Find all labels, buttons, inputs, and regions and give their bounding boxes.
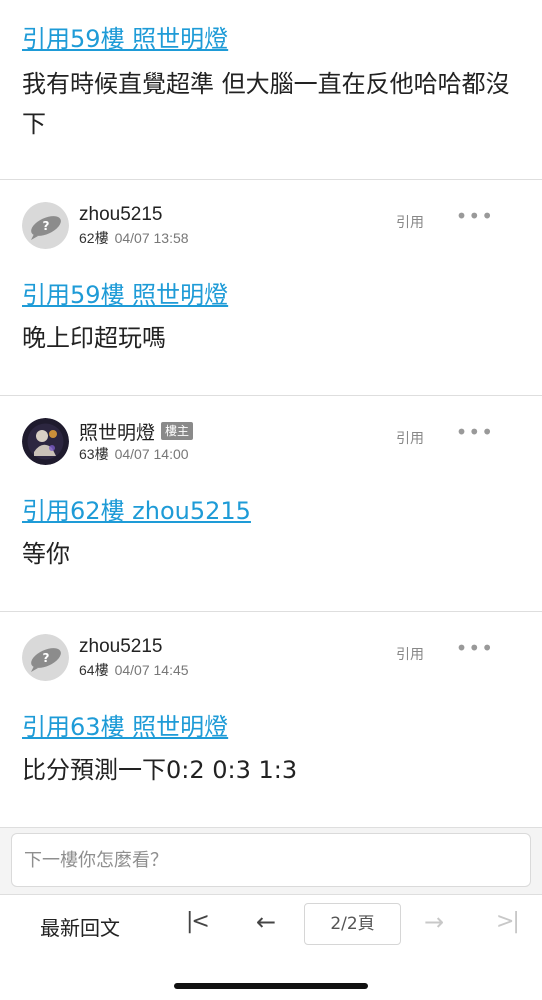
svg-text:?: ?	[43, 219, 50, 233]
home-indicator[interactable]	[174, 983, 368, 989]
post-63: 照世明燈 樓主 63樓 04/07 14:00 引用 ••• 引用62樓 zhou…	[0, 396, 542, 612]
post-body: 比分預測一下0:2 0:3 1:3	[22, 756, 298, 784]
last-page-icon[interactable]: >|	[496, 909, 520, 934]
floor-number: 63樓	[79, 446, 109, 462]
post-header: ? zhou5215 62樓 04/07 13:58 引用 •••	[22, 200, 520, 252]
post-body: 等你	[22, 540, 70, 568]
post-content: 引用62樓 zhou5215 等你	[22, 494, 520, 574]
comment-bar	[0, 828, 542, 895]
post-meta: 62樓 04/07 13:58	[79, 228, 189, 248]
app-root: 引用59樓 照世明燈 我有時候直覺超準 但大腦一直在反他哈哈都沒下 ? zhou…	[0, 0, 542, 1000]
username[interactable]: 照世明燈	[79, 418, 155, 445]
floor-number: 62樓	[79, 230, 109, 246]
floor-number: 64樓	[79, 662, 109, 678]
more-options-icon[interactable]: •••	[456, 420, 494, 444]
quote-reply-button[interactable]: 引用	[396, 428, 424, 448]
quote-reply-button[interactable]: 引用	[396, 212, 424, 232]
quote-link[interactable]: 引用62樓 zhou5215	[22, 494, 520, 528]
op-badge: 樓主	[161, 422, 194, 440]
comment-input[interactable]	[11, 833, 531, 887]
user-info: zhou5215 64樓 04/07 14:45	[79, 636, 189, 680]
avatar-default[interactable]: ?	[22, 202, 69, 249]
first-page-icon[interactable]: |<	[186, 909, 210, 934]
quote-link[interactable]: 引用59樓 照世明燈	[22, 22, 228, 56]
quote-link[interactable]: 引用59樓 照世明燈	[22, 278, 520, 312]
post-header: 照世明燈 樓主 63樓 04/07 14:00 引用 •••	[22, 416, 520, 468]
post-meta: 64樓 04/07 14:45	[79, 660, 189, 680]
post-content: 引用59樓 照世明燈 晚上印超玩嗎	[22, 278, 520, 358]
latest-replies-button[interactable]: 最新回文	[40, 912, 120, 941]
post-meta: 63樓 04/07 14:00	[79, 444, 193, 464]
more-options-icon[interactable]: •••	[456, 204, 494, 228]
avatar-default[interactable]: ?	[22, 634, 69, 681]
post-header: ? zhou5215 64樓 04/07 14:45 引用 •••	[22, 632, 520, 684]
post-body: 我有時候直覺超準 但大腦一直在反他哈哈都沒下	[22, 70, 510, 138]
next-page-icon[interactable]: →	[424, 908, 444, 936]
post-61: 引用59樓 照世明燈 我有時候直覺超準 但大腦一直在反他哈哈都沒下	[0, 0, 542, 180]
post-time: 04/07 14:00	[114, 446, 189, 462]
prev-page-icon[interactable]: ←	[256, 908, 276, 936]
post-time: 04/07 14:45	[114, 662, 189, 678]
avatar-photo[interactable]	[22, 418, 69, 465]
quote-link[interactable]: 引用63樓 照世明燈	[22, 710, 520, 744]
username[interactable]: zhou5215	[79, 204, 162, 226]
username[interactable]: zhou5215	[79, 636, 162, 658]
post-content: 引用63樓 照世明燈 比分預測一下0:2 0:3 1:3	[22, 710, 520, 790]
svg-text:?: ?	[43, 651, 50, 665]
more-options-icon[interactable]: •••	[456, 636, 494, 660]
bottom-nav: 最新回文 |< ← 2/2頁 → >|	[0, 895, 542, 1000]
page-selector[interactable]: 2/2頁	[304, 903, 401, 945]
quote-reply-button[interactable]: 引用	[396, 644, 424, 664]
post-64: ? zhou5215 64樓 04/07 14:45 引用 ••• 引用63樓 照…	[0, 612, 542, 828]
user-info: zhou5215 62樓 04/07 13:58	[79, 204, 189, 248]
post-body: 晚上印超玩嗎	[22, 324, 166, 352]
post-time: 04/07 13:58	[114, 230, 189, 246]
post-62: ? zhou5215 62樓 04/07 13:58 引用 ••• 引用59樓 照…	[0, 180, 542, 396]
user-info: 照世明燈 樓主 63樓 04/07 14:00	[79, 418, 194, 464]
